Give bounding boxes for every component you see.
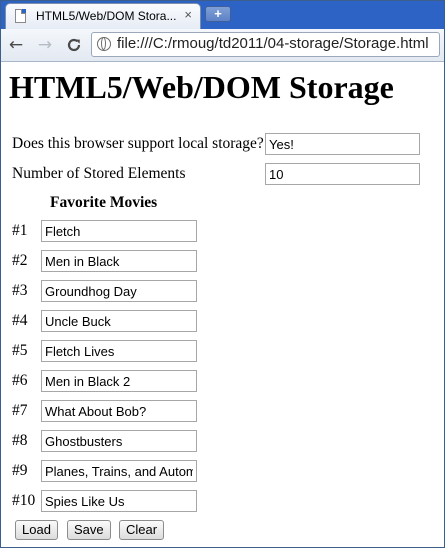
address-bar-url: file:///C:/rmoug/td2011/04-storage/Stora… — [117, 35, 429, 52]
new-tab-button[interactable]: + — [205, 6, 231, 22]
page-title: HTML5/Web/DOM Storage — [9, 69, 394, 105]
movie-field-3[interactable] — [41, 280, 197, 302]
movie-rank: #6 — [12, 372, 28, 389]
page-icon — [15, 9, 26, 23]
movie-rank: #1 — [12, 222, 28, 239]
forward-icon[interactable]: → — [34, 34, 56, 56]
movie-rank: #9 — [12, 462, 28, 479]
load-button[interactable]: Load — [15, 520, 58, 540]
movie-rank: #3 — [12, 282, 28, 299]
movie-field-9[interactable] — [41, 460, 197, 482]
browser-window: HTML5/Web/DOM Stora... × + ← → file:///C… — [0, 0, 445, 548]
movie-field-2[interactable] — [41, 250, 197, 272]
toolbar: ← → file:///C:/rmoug/td2011/04-storage/S… — [1, 29, 444, 62]
movie-rank: #2 — [12, 252, 28, 269]
count-field[interactable] — [265, 163, 420, 185]
tab-title: HTML5/Web/DOM Stora... — [36, 9, 177, 23]
save-button[interactable]: Save — [67, 520, 111, 540]
movie-rank: #8 — [12, 432, 28, 449]
clear-button[interactable]: Clear — [119, 520, 165, 540]
page-content: HTML5/Web/DOM Storage Does this browser … — [1, 62, 444, 547]
movie-field-5[interactable] — [41, 340, 197, 362]
movie-rank: #7 — [12, 402, 28, 419]
tab-storage-page[interactable]: HTML5/Web/DOM Stora... × — [5, 3, 201, 29]
back-icon[interactable]: ← — [5, 34, 27, 56]
movie-field-10[interactable] — [41, 490, 197, 512]
movie-rank: #10 — [12, 492, 36, 509]
support-label: Does this browser support local storage? — [12, 135, 264, 152]
movies-heading: Favorite Movies — [50, 194, 158, 211]
movie-field-8[interactable] — [41, 430, 197, 452]
count-label: Number of Stored Elements — [12, 165, 186, 182]
close-icon[interactable]: × — [184, 7, 192, 22]
movie-field-1[interactable] — [41, 220, 197, 242]
globe-icon — [97, 37, 111, 51]
tab-strip: HTML5/Web/DOM Stora... × + — [1, 1, 444, 29]
movie-rank: #4 — [12, 312, 28, 329]
support-field[interactable] — [265, 133, 420, 155]
movie-field-6[interactable] — [41, 370, 197, 392]
address-bar[interactable]: file:///C:/rmoug/td2011/04-storage/Stora… — [91, 32, 440, 57]
movie-field-7[interactable] — [41, 400, 197, 422]
reload-icon[interactable] — [63, 34, 85, 56]
movie-field-4[interactable] — [41, 310, 197, 332]
movie-rank: #5 — [12, 342, 28, 359]
